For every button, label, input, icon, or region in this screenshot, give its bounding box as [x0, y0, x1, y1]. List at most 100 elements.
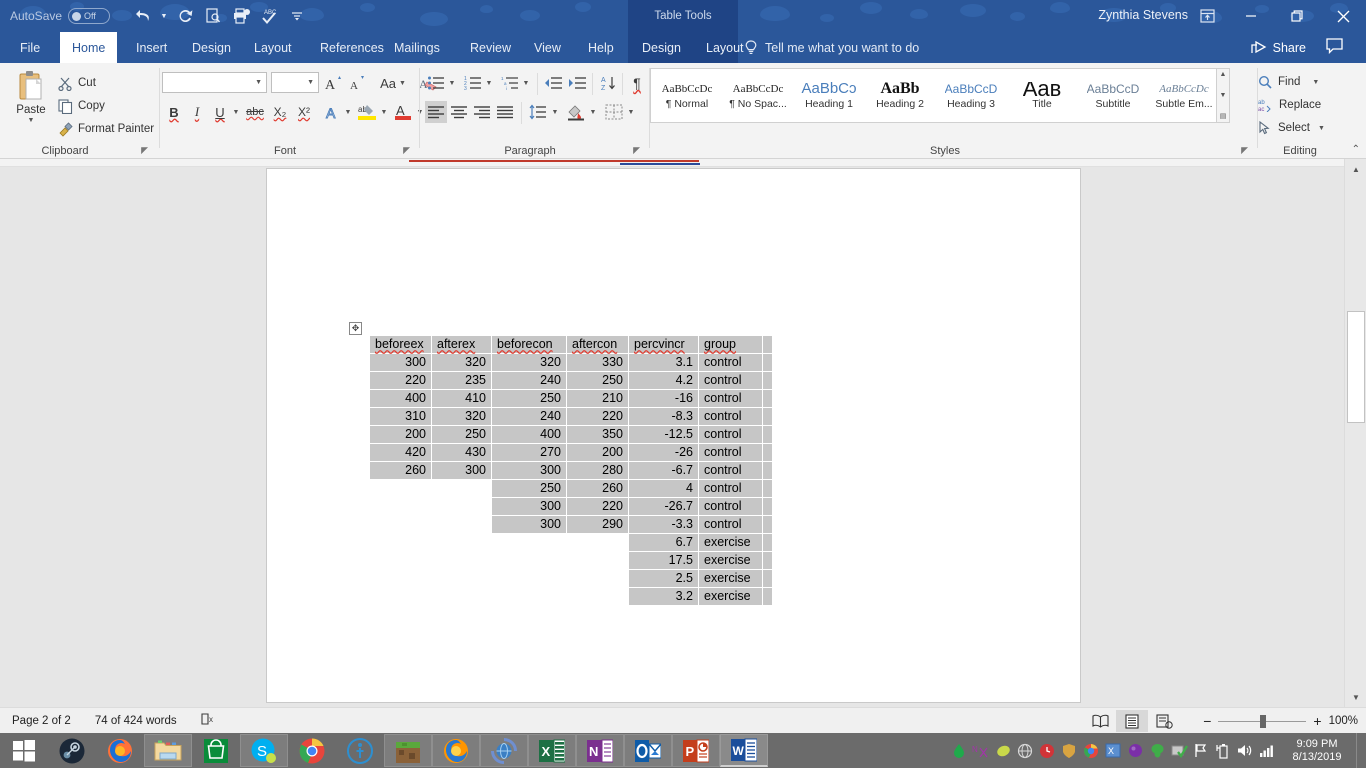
show-formatting-marks-button[interactable]: ¶ [626, 72, 648, 94]
share-button[interactable]: Share [1250, 32, 1306, 63]
style-subtitle[interactable]: AaBbCcD Subtitle [1077, 69, 1149, 122]
table-cell[interactable]: -16 [628, 389, 699, 408]
replace-button[interactable]: ab ac Replace [1258, 95, 1321, 115]
taskbar-item-minecraft[interactable] [384, 734, 432, 767]
word-count[interactable]: 74 of 424 words [83, 715, 189, 727]
tray-lemon-icon[interactable] [992, 733, 1014, 768]
change-case-button[interactable]: Aa ▼ [375, 72, 411, 94]
table-cell[interactable]: 320 [431, 353, 492, 372]
table-cell[interactable]: 250 [491, 479, 567, 498]
tab-review[interactable]: Review [458, 32, 523, 63]
table-cell[interactable]: -12.5 [628, 425, 699, 444]
scrollbar-thumb[interactable] [1347, 311, 1365, 423]
text-effects-dropdown-icon[interactable]: ▼ [342, 101, 354, 123]
find-dropdown-icon[interactable]: ▼ [1312, 79, 1319, 86]
find-button[interactable]: Find ▼ [1258, 72, 1319, 92]
table-cell[interactable]: 300 [491, 515, 567, 534]
table-row[interactable]: 220 235 240 250 4.2 control [369, 371, 773, 390]
redo-icon[interactable] [172, 4, 198, 28]
table-row[interactable]: 400 410 250 210 -16 control [369, 389, 773, 408]
table-cell[interactable]: control [698, 515, 763, 534]
decrease-indent-button[interactable] [542, 72, 564, 94]
table-row[interactable]: 300 320 320 330 3.1 control [369, 353, 773, 372]
select-button[interactable]: Select ▼ [1258, 118, 1325, 138]
table-cell[interactable]: 200 [369, 425, 432, 444]
start-button[interactable] [0, 733, 48, 768]
print-layout-button[interactable] [1116, 710, 1148, 732]
multilevel-dropdown-icon[interactable]: ▼ [520, 72, 532, 94]
taskbar-item-firefox-2[interactable] [432, 734, 480, 767]
table-cell[interactable]: exercise [698, 533, 763, 552]
table-cell[interactable]: 430 [431, 443, 492, 462]
highlight-dropdown-icon[interactable]: ▼ [378, 101, 390, 123]
web-layout-button[interactable] [1148, 710, 1180, 732]
taskbar-item-firefox[interactable] [96, 734, 144, 767]
table-cell[interactable]: exercise [698, 587, 763, 606]
scroll-up-button[interactable]: ▲ [1346, 159, 1366, 179]
align-left-button[interactable] [425, 101, 447, 123]
tray-network-globe-icon[interactable] [1014, 733, 1036, 768]
vertical-scrollbar[interactable]: ▲ ▼ [1344, 159, 1366, 707]
styles-scrollbar[interactable]: ▲ ▼ ▤ [1216, 68, 1230, 123]
table-header-cell[interactable]: percvincr [628, 335, 699, 354]
table-cell[interactable]: 270 [491, 443, 567, 462]
grow-font-button[interactable]: A [323, 72, 345, 94]
taskbar-item-onenote[interactable]: N [576, 734, 624, 767]
table-cell[interactable]: -26.7 [628, 497, 699, 516]
print-preview-icon[interactable] [200, 4, 226, 28]
table-cell[interactable]: control [698, 461, 763, 480]
style-subtle-em[interactable]: AaBbCcDc Subtle Em... [1148, 69, 1220, 122]
table-row[interactable]: 3.2 exercise [370, 587, 773, 606]
zoom-slider[interactable] [1218, 714, 1307, 728]
tray-shield-icon[interactable] [1058, 733, 1080, 768]
borders-button[interactable] [603, 101, 625, 123]
table-row[interactable]: 310 320 240 220 -8.3 control [369, 407, 773, 426]
table-cell[interactable]: -6.7 [628, 461, 699, 480]
table-cell[interactable]: 400 [369, 389, 432, 408]
text-effects-button[interactable]: A [322, 101, 344, 123]
zoom-in-button[interactable]: + [1313, 713, 1321, 729]
table-cell[interactable]: control [698, 425, 763, 444]
tab-design[interactable]: Design [180, 32, 243, 63]
style-heading-3[interactable]: AaBbCcD Heading 3 [935, 69, 1007, 122]
proofing-status-icon[interactable]: x [189, 712, 229, 729]
table-cell[interactable]: exercise [698, 551, 763, 570]
cut-button[interactable]: Cut [58, 73, 96, 93]
scroll-down-button[interactable]: ▼ [1346, 687, 1366, 707]
table-cell[interactable]: 410 [431, 389, 492, 408]
taskbar-item-microsoft-store[interactable] [192, 734, 240, 767]
table-cell[interactable]: 300 [491, 497, 567, 516]
print-icon[interactable] [228, 4, 254, 28]
tray-signal-icon[interactable] [1256, 733, 1278, 768]
tray-volume-icon[interactable] [1234, 733, 1256, 768]
table-cell[interactable]: 240 [491, 407, 567, 426]
table-cell[interactable]: 220 [566, 497, 629, 516]
table-cell[interactable]: 260 [566, 479, 629, 498]
table-cell[interactable]: 250 [431, 425, 492, 444]
style-no-spac[interactable]: AaBbCcDc ¶ No Spac... [722, 69, 794, 122]
table-cell[interactable]: 300 [431, 461, 492, 480]
taskbar-item-globe-sync[interactable] [480, 734, 528, 767]
read-mode-button[interactable] [1084, 710, 1116, 732]
table-cell[interactable]: control [698, 479, 763, 498]
table-row[interactable]: 6.7 exercise [370, 533, 773, 552]
minimize-button[interactable] [1228, 0, 1274, 32]
table-cell[interactable]: 250 [491, 389, 567, 408]
tab-file[interactable]: File [8, 32, 52, 63]
shading-button[interactable] [565, 101, 587, 123]
table-row[interactable]: 300 220 -26.7 control [370, 497, 773, 516]
table-header-cell[interactable]: aftercon [566, 335, 629, 354]
sort-button[interactable]: AZ [598, 72, 620, 94]
autosave-control[interactable]: AutoSave Off [10, 7, 111, 25]
table-cell[interactable]: 4.2 [628, 371, 699, 390]
tab-design-table-tools[interactable]: Design [630, 32, 693, 63]
table-cell[interactable]: 300 [491, 461, 567, 480]
taskbar-item-steam[interactable] [48, 734, 96, 767]
table-cell[interactable]: control [698, 389, 763, 408]
table-cell[interactable]: control [698, 371, 763, 390]
font-color-button[interactable]: A [392, 101, 414, 123]
show-desktop-button[interactable] [1356, 733, 1362, 768]
user-name[interactable]: Zynthia Stevens [1098, 8, 1188, 22]
bullets-button[interactable] [425, 72, 447, 94]
numbering-button[interactable]: 123 [462, 72, 484, 94]
